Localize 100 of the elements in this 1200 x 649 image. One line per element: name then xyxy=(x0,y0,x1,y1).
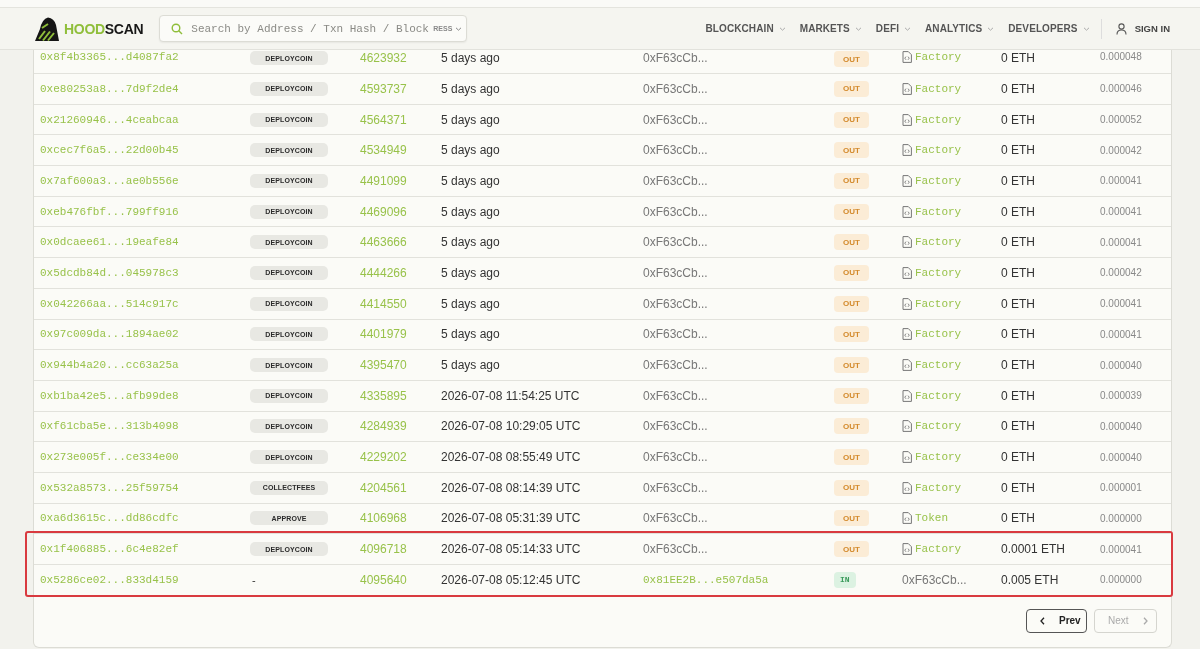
block-link[interactable]: 4444266 xyxy=(360,265,407,280)
age-text: 5 days ago xyxy=(441,204,500,219)
to-contract-link[interactable]: Factory xyxy=(915,174,962,187)
to-contract-link[interactable]: Factory xyxy=(915,481,962,494)
block-link[interactable]: 4463666 xyxy=(360,235,407,250)
contract-file-icon xyxy=(902,543,912,556)
block-link[interactable]: 4204561 xyxy=(360,480,407,495)
from-address: 0xF63cCb... xyxy=(643,358,708,373)
tx-hash-link[interactable]: 0x042266aa...514c917c xyxy=(40,297,179,310)
method-text: - xyxy=(251,573,256,586)
to-contract-link[interactable]: Factory xyxy=(915,205,962,218)
nav-menu[interactable]: MARKETS xyxy=(799,23,862,34)
block-link[interactable]: 4623932 xyxy=(360,51,407,65)
direction-tag: OUT xyxy=(834,172,869,189)
to-contract-link[interactable]: Factory xyxy=(915,51,962,63)
tx-hash-link[interactable]: 0xcec7f6a5...22d00b45 xyxy=(40,144,179,157)
age-text: 2026-07-08 08:14:39 UTC xyxy=(441,480,581,495)
block-link[interactable]: 4469096 xyxy=(360,204,407,219)
search-input[interactable]: Search by Address / Txn Hash / Block xyxy=(191,22,432,35)
to-contract-link[interactable]: Factory xyxy=(915,389,962,402)
fee-text: 0.000040 xyxy=(1100,359,1142,371)
tx-hash-link[interactable]: 0x944b4a20...cc63a25a xyxy=(40,359,179,372)
value-text: 0 ETH xyxy=(1001,51,1035,65)
from-address: 0xF63cCb... xyxy=(643,327,708,342)
direction-tag: IN xyxy=(834,571,856,588)
to-contract-link[interactable]: Factory xyxy=(915,113,962,126)
block-link[interactable]: 4395470 xyxy=(360,358,407,373)
to-contract-link[interactable]: Factory xyxy=(915,451,962,464)
to-contract-link[interactable]: Factory xyxy=(915,297,962,310)
nav-menu[interactable]: DEFI xyxy=(875,23,912,34)
direction-tag: OUT xyxy=(834,479,869,496)
to-contract-link[interactable]: Token xyxy=(915,512,948,525)
chevron-left-icon xyxy=(1040,616,1045,625)
to-address: 0xF63cCb... xyxy=(902,572,967,587)
contract-file-icon xyxy=(902,420,912,433)
tx-hash-link[interactable]: 0x8f4b3365...d4087fa2 xyxy=(40,51,179,63)
block-link[interactable]: 4534949 xyxy=(360,143,407,158)
logo-icon[interactable] xyxy=(33,15,61,42)
tx-hash-link[interactable]: 0x1f406885...6c4e82ef xyxy=(40,543,179,556)
tx-hash-link[interactable]: 0x5286ce02...833d4159 xyxy=(40,573,179,586)
tx-hash-link[interactable]: 0x97c009da...1894ae02 xyxy=(40,328,179,341)
fee-text: 0.000052 xyxy=(1100,114,1142,126)
to-contract-link[interactable]: Factory xyxy=(915,236,962,249)
age-text: 2026-07-08 05:12:45 UTC xyxy=(441,572,581,587)
age-text: 5 days ago xyxy=(441,358,500,373)
tx-hash-link[interactable]: 0x7af600a3...ae0b556e xyxy=(40,174,179,187)
block-link[interactable]: 4401979 xyxy=(360,327,407,342)
block-link[interactable]: 4593737 xyxy=(360,81,407,96)
contract-file-icon xyxy=(902,144,912,157)
tx-hash-link[interactable]: 0x0dcaee61...19eafe84 xyxy=(40,236,179,249)
tx-hash-link[interactable]: 0xa6d3615c...dd86cdfc xyxy=(40,512,179,525)
from-address: 0xF63cCb... xyxy=(643,450,708,465)
to-contract-link[interactable]: Factory xyxy=(915,543,962,556)
to-contract-link[interactable]: Factory xyxy=(915,266,962,279)
value-text: 0 ETH xyxy=(1001,511,1035,526)
age-text: 5 days ago xyxy=(441,173,500,188)
brand-name[interactable]: HOODSCAN xyxy=(64,20,144,37)
fee-text: 0.000041 xyxy=(1100,206,1142,218)
to-contract-link[interactable]: Factory xyxy=(915,328,962,341)
tx-hash-link[interactable]: 0x273e005f...ce334e00 xyxy=(40,451,179,464)
age-text: 2026-07-08 08:55:49 UTC xyxy=(441,450,581,465)
block-link[interactable]: 4564371 xyxy=(360,112,407,127)
sign-in-link[interactable]: SIGN IN xyxy=(1115,22,1170,35)
to-contract-link[interactable]: Factory xyxy=(915,359,962,372)
tx-hash-link[interactable]: 0x21260946...4ceabcaa xyxy=(40,113,179,126)
contract-file-icon xyxy=(902,481,912,494)
block-link[interactable]: 4095640 xyxy=(360,572,407,587)
to-contract-link[interactable]: Factory xyxy=(915,420,962,433)
block-link[interactable]: 4284939 xyxy=(360,419,407,434)
from-address: 0xF63cCb... xyxy=(643,265,708,280)
from-address-link[interactable]: 0x81EE2B...e507da5a xyxy=(643,573,769,586)
age-text: 2026-07-08 11:54:25 UTC xyxy=(441,388,580,403)
block-link[interactable]: 4096718 xyxy=(360,542,407,557)
nav-menu[interactable]: ANALYTICS xyxy=(925,23,995,34)
block-link[interactable]: 4229202 xyxy=(360,450,407,465)
block-link[interactable]: 4106968 xyxy=(360,511,407,526)
tx-hash-link[interactable]: 0xb1ba42e5...afb99de8 xyxy=(40,389,179,402)
block-link[interactable]: 4335895 xyxy=(360,388,407,403)
value-text: 0 ETH xyxy=(1001,265,1035,280)
block-link[interactable]: 4491099 xyxy=(360,173,407,188)
nav-menu[interactable]: DEVELOPERS xyxy=(1008,23,1090,34)
fee-text: 0.000041 xyxy=(1100,236,1142,248)
from-address: 0xF63cCb... xyxy=(643,81,708,96)
tx-hash-link[interactable]: 0xeb476fbf...799ff916 xyxy=(40,205,179,218)
age-text: 5 days ago xyxy=(441,51,500,65)
from-address: 0xF63cCb... xyxy=(643,143,708,158)
direction-tag: OUT xyxy=(834,264,869,281)
block-link[interactable]: 4414550 xyxy=(360,296,407,311)
nav-menu[interactable]: BLOCKCHAIN xyxy=(705,23,786,34)
value-text: 0 ETH xyxy=(1001,235,1035,250)
tx-hash-link[interactable]: 0xf61cba5e...313b4098 xyxy=(40,420,179,433)
tx-hash-link[interactable]: 0x5dcdb84d...045978c3 xyxy=(40,266,179,279)
value-text: 0 ETH xyxy=(1001,173,1035,188)
chevron-right-icon xyxy=(1142,616,1148,625)
tx-hash-link[interactable]: 0x532a8573...25f59754 xyxy=(40,481,179,494)
tx-hash-link[interactable]: 0xe80253a8...7d9f2de4 xyxy=(40,82,179,95)
to-contract-link[interactable]: Factory xyxy=(915,82,962,95)
to-contract-link[interactable]: Factory xyxy=(915,144,962,157)
previous-page-button[interactable]: Prev xyxy=(1026,608,1087,633)
user-icon xyxy=(1115,22,1127,35)
